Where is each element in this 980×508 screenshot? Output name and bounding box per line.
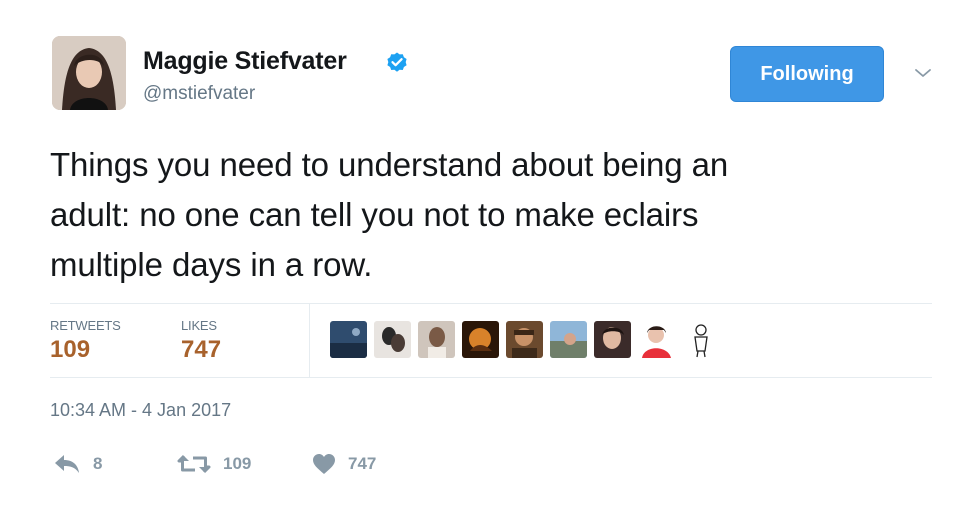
author-name[interactable]: Maggie Stiefvater <box>143 47 347 76</box>
reply-icon <box>55 455 79 473</box>
stats-vertical-divider <box>309 303 310 377</box>
like-count: 747 <box>348 454 377 473</box>
liker-avatar[interactable] <box>638 321 675 358</box>
chevron-down-icon[interactable] <box>912 62 934 84</box>
liker-avatar[interactable] <box>550 321 587 358</box>
retweet-count: 109 <box>223 454 252 473</box>
retweet-button[interactable]: 109 <box>177 450 251 478</box>
tweet-text: Things you need to understand about bein… <box>50 140 910 290</box>
liker-avatar[interactable] <box>330 321 367 358</box>
liker-avatar[interactable] <box>506 321 543 358</box>
liker-avatar[interactable] <box>594 321 631 358</box>
likes-count[interactable]: 747 <box>181 336 221 364</box>
tweet-timestamp[interactable]: 10:34 AM - 4 Jan 2017 <box>50 400 231 421</box>
reply-button[interactable]: 8 <box>53 450 102 478</box>
author-handle[interactable]: @mstiefvater <box>143 83 255 105</box>
liker-avatar[interactable] <box>418 321 455 358</box>
liker-avatar[interactable] <box>682 321 719 358</box>
likes-label: LIKES <box>181 318 217 333</box>
liker-avatar[interactable] <box>462 321 499 358</box>
like-button[interactable]: 747 <box>312 450 376 478</box>
retweets-label: RETWEETS <box>50 318 121 333</box>
heart-icon <box>313 454 335 474</box>
stats-divider-bottom <box>50 377 932 378</box>
following-button[interactable]: Following <box>730 46 884 102</box>
stats-divider-top <box>50 303 932 304</box>
liker-avatar[interactable] <box>374 321 411 358</box>
tweet-card: Maggie Stiefvater @mstiefvater Following… <box>0 0 980 508</box>
tweet-text-line: Things you need to understand about bein… <box>50 146 729 183</box>
tweet-text-line: multiple days in a row. <box>50 246 373 283</box>
tweet-text-line: adult: no one can tell you not to make e… <box>50 196 699 233</box>
retweets-count[interactable]: 109 <box>50 336 90 364</box>
author-avatar[interactable] <box>52 36 126 110</box>
reply-count: 8 <box>93 454 103 473</box>
retweet-icon <box>177 454 211 474</box>
verified-badge-icon <box>387 52 407 72</box>
